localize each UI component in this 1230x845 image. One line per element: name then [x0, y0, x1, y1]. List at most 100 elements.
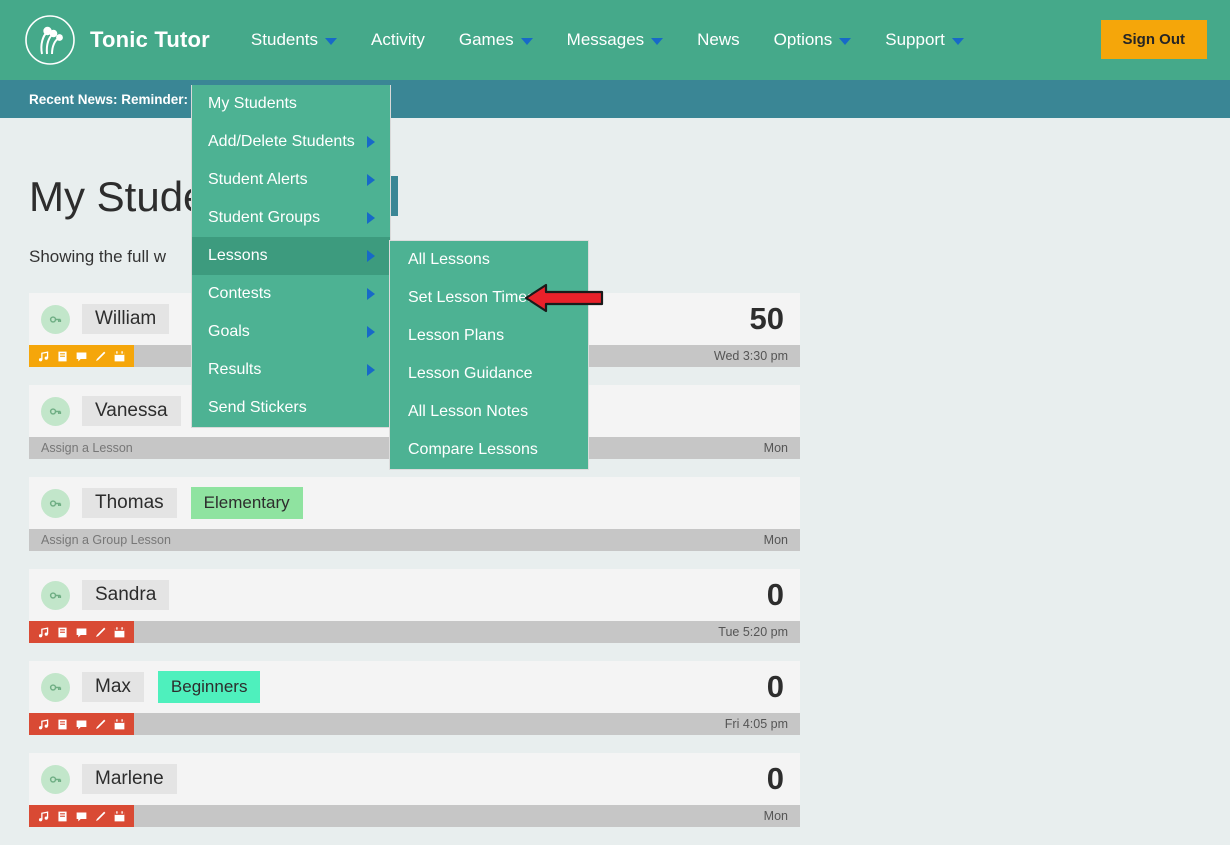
key-avatar-icon[interactable]: [41, 765, 70, 794]
student-action-iconbar[interactable]: [29, 805, 134, 827]
nav-label: Support: [885, 0, 945, 80]
lesson-time: Mon: [764, 533, 788, 547]
submenu-item-label: Lesson Plans: [408, 327, 504, 345]
nav-item-games[interactable]: Games: [442, 0, 550, 80]
menu-item-label: Send Stickers: [208, 399, 307, 417]
student-action-iconbar[interactable]: [29, 345, 134, 367]
chevron-right-icon: [367, 250, 375, 262]
menu-item-label: Contests: [208, 285, 271, 303]
nav-item-support[interactable]: Support: [868, 0, 981, 80]
student-name: Marlene: [82, 764, 177, 794]
student-card-footer: Mon: [29, 805, 800, 827]
assign-lesson-link[interactable]: Assign a Lesson: [29, 441, 133, 455]
submenu-item-lesson-plans[interactable]: Lesson Plans: [390, 317, 588, 355]
pencil-icon[interactable]: [94, 718, 107, 731]
pencil-icon[interactable]: [94, 350, 107, 363]
assign-group-lesson-link[interactable]: Assign a Group Lesson: [29, 533, 171, 547]
key-avatar-icon[interactable]: [41, 305, 70, 334]
nav-item-messages[interactable]: Messages: [550, 0, 680, 80]
nav-item-students[interactable]: Students: [234, 0, 354, 80]
student-card-main[interactable]: Sandra 0: [29, 569, 800, 621]
notebook-icon[interactable]: [56, 718, 69, 731]
student-group-badge: Beginners: [158, 671, 261, 703]
menu-item-add-delete-students[interactable]: Add/Delete Students: [192, 123, 390, 161]
student-score: 0: [767, 761, 784, 797]
menu-item-label: Lessons: [208, 247, 268, 265]
nav-label: Activity: [371, 0, 425, 80]
student-card-main[interactable]: Thomas Elementary: [29, 477, 800, 529]
brand-name[interactable]: Tonic Tutor: [90, 27, 210, 53]
calendar-icon[interactable]: [113, 810, 126, 823]
menu-item-results[interactable]: Results: [192, 351, 390, 389]
student-score: 50: [750, 301, 784, 337]
student-card-main[interactable]: Marlene 0: [29, 753, 800, 805]
nav-label: News: [697, 0, 740, 80]
student-score: 0: [767, 669, 784, 705]
lessons-submenu: All Lessons Set Lesson Times Lesson Plan…: [389, 240, 589, 470]
student-card-footer: Fri 4:05 pm: [29, 713, 800, 735]
calendar-icon[interactable]: [113, 626, 126, 639]
key-avatar-icon[interactable]: [41, 673, 70, 702]
key-avatar-icon[interactable]: [41, 581, 70, 610]
chevron-down-icon: [952, 38, 964, 45]
student-card: Marlene 0 Mon: [29, 753, 800, 827]
menu-item-label: Student Alerts: [208, 171, 308, 189]
pencil-icon[interactable]: [94, 626, 107, 639]
student-card-main[interactable]: Max Beginners 0: [29, 661, 800, 713]
tonic-logo-icon[interactable]: [24, 14, 76, 66]
submenu-item-all-lesson-notes[interactable]: All Lesson Notes: [390, 393, 588, 431]
menu-item-lessons[interactable]: Lessons: [192, 237, 390, 275]
menu-item-label: Student Groups: [208, 209, 320, 227]
speech-bubble-icon[interactable]: [75, 350, 88, 363]
nav-item-options[interactable]: Options: [757, 0, 869, 80]
recent-news-text: Recent News: Reminder: J: [29, 92, 199, 107]
lesson-time: Fri 4:05 pm: [725, 717, 788, 731]
key-avatar-icon[interactable]: [41, 397, 70, 426]
calendar-icon[interactable]: [113, 350, 126, 363]
notebook-icon[interactable]: [56, 626, 69, 639]
chevron-down-icon: [521, 38, 533, 45]
nav-item-news[interactable]: News: [680, 0, 757, 80]
menu-item-contests[interactable]: Contests: [192, 275, 390, 313]
speech-bubble-icon[interactable]: [75, 810, 88, 823]
key-avatar-icon[interactable]: [41, 489, 70, 518]
notebook-icon[interactable]: [56, 350, 69, 363]
chevron-right-icon: [367, 326, 375, 338]
speech-bubble-icon[interactable]: [75, 626, 88, 639]
nav-item-activity[interactable]: Activity: [354, 0, 442, 80]
menu-item-label: My Students: [208, 95, 297, 113]
calendar-icon[interactable]: [113, 718, 126, 731]
music-note-icon[interactable]: [37, 718, 50, 731]
submenu-item-compare-lessons[interactable]: Compare Lessons: [390, 431, 588, 469]
menu-item-label: Results: [208, 361, 261, 379]
student-name: William: [82, 304, 169, 334]
submenu-item-lesson-guidance[interactable]: Lesson Guidance: [390, 355, 588, 393]
menu-item-goals[interactable]: Goals: [192, 313, 390, 351]
submenu-item-label: Set Lesson Times: [408, 289, 535, 307]
student-action-iconbar[interactable]: [29, 713, 134, 735]
submenu-item-all-lessons[interactable]: All Lessons: [390, 241, 588, 279]
submenu-item-set-lesson-times[interactable]: Set Lesson Times: [390, 279, 588, 317]
recent-news-bar: Recent News: Reminder: J: [0, 80, 1230, 118]
music-note-icon[interactable]: [37, 350, 50, 363]
menu-item-send-stickers[interactable]: Send Stickers: [192, 389, 390, 427]
nav-label: Students: [251, 0, 318, 80]
pencil-icon[interactable]: [94, 810, 107, 823]
submenu-item-label: All Lessons: [408, 251, 490, 269]
notebook-icon[interactable]: [56, 810, 69, 823]
music-note-icon[interactable]: [37, 626, 50, 639]
menu-item-label: Add/Delete Students: [208, 133, 355, 151]
speech-bubble-icon[interactable]: [75, 718, 88, 731]
student-card-footer: Tue 5:20 pm: [29, 621, 800, 643]
nav-label: Options: [774, 0, 833, 80]
menu-item-my-students[interactable]: My Students: [192, 85, 390, 123]
menu-item-student-groups[interactable]: Student Groups: [192, 199, 390, 237]
chevron-right-icon: [367, 212, 375, 224]
sign-out-button[interactable]: Sign Out: [1101, 20, 1208, 59]
menu-item-student-alerts[interactable]: Student Alerts: [192, 161, 390, 199]
music-note-icon[interactable]: [37, 810, 50, 823]
students-dropdown-menu: My Students Add/Delete Students Student …: [191, 85, 391, 428]
page-content: My Students Showing the full w William 5…: [0, 118, 1230, 845]
nav-label: Messages: [567, 0, 644, 80]
student-action-iconbar[interactable]: [29, 621, 134, 643]
